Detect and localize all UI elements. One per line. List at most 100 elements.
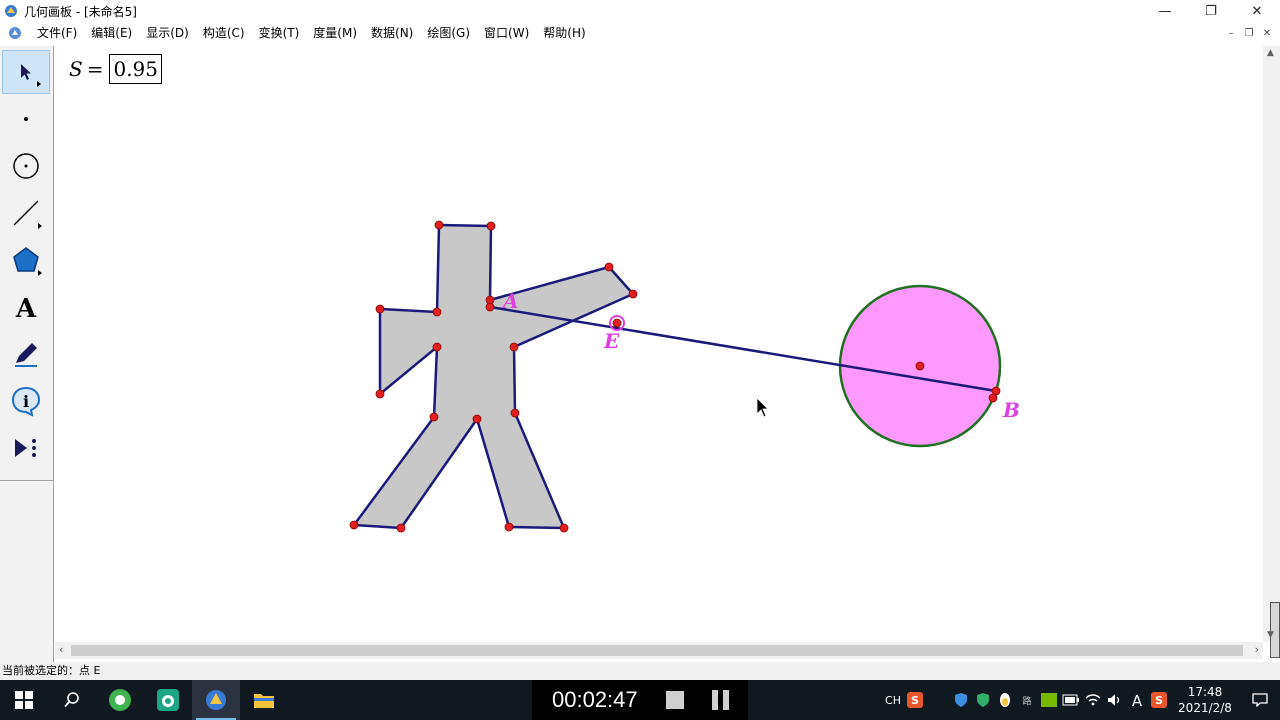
doc-close-button[interactable]: ✕ — [1258, 28, 1276, 39]
taskbar-app-recorder[interactable] — [144, 680, 192, 720]
qq-penguin-icon[interactable] — [994, 680, 1016, 720]
menu-help[interactable]: 帮助(H) — [536, 23, 592, 43]
pause-recording-button[interactable] — [712, 690, 729, 710]
battery-icon[interactable] — [1060, 680, 1082, 720]
point-a[interactable] — [485, 302, 495, 312]
label-a[interactable]: A — [503, 289, 519, 313]
circle-radius-point[interactable] — [988, 393, 998, 403]
menu-data[interactable]: 数据(N) — [364, 23, 420, 43]
vertex-point[interactable] — [375, 389, 385, 399]
menu-window[interactable]: 窗口(W) — [477, 23, 536, 43]
search-icon — [64, 692, 79, 708]
menu-graph[interactable]: 绘图(G) — [420, 23, 477, 43]
vertex-point[interactable] — [472, 414, 482, 424]
svg-text:S: S — [911, 694, 919, 707]
search-button[interactable] — [48, 680, 96, 720]
tray-spacer — [926, 680, 950, 720]
doc-restore-button[interactable]: ❐ — [1240, 28, 1258, 39]
vertex-point[interactable] — [509, 342, 519, 352]
sogou-tray-icon[interactable]: S — [1148, 680, 1170, 720]
vertex-point[interactable] — [559, 523, 569, 533]
document-icon[interactable] — [8, 26, 22, 40]
menu-file[interactable]: 文件(F) — [30, 23, 84, 43]
text-tool[interactable]: A — [2, 285, 50, 329]
input-language[interactable]: CH — [882, 680, 904, 720]
toolbox: A i — [0, 46, 54, 662]
status-bar: 当前被选定的：点 E — [0, 662, 1280, 680]
custom-tool[interactable] — [2, 426, 50, 470]
scroll-thumb[interactable] — [71, 645, 1243, 656]
vertex-point[interactable] — [429, 412, 439, 422]
vertex-point[interactable] — [604, 262, 614, 272]
sketchpad-app-icon — [206, 690, 226, 710]
arrow-tool[interactable] — [2, 50, 50, 94]
maximize-button[interactable]: ❐ — [1188, 0, 1234, 22]
svg-text:i: i — [23, 392, 29, 411]
sketch-canvas[interactable]: S = 0.95 A E B — [55, 46, 1263, 642]
start-button[interactable] — [0, 680, 48, 720]
tray-app-icon[interactable]: 路 — [1016, 680, 1038, 720]
wifi-icon[interactable] — [1082, 680, 1104, 720]
notification-center-icon[interactable] — [1240, 680, 1280, 720]
vertical-scrollbar[interactable]: ▲ ▼ — [1263, 46, 1280, 658]
scroll-up-icon[interactable]: ▲ — [1267, 48, 1274, 58]
screen-recorder-widget: 00:02:47 — [532, 680, 748, 720]
scroll-down-icon[interactable]: ▼ — [1267, 630, 1274, 640]
vertex-point[interactable] — [504, 522, 514, 532]
taskbar-app-explorer[interactable] — [240, 680, 288, 720]
label-b[interactable]: B — [1003, 398, 1020, 422]
ime-mode-icon[interactable]: A — [1126, 680, 1148, 720]
menu-edit[interactable]: 编辑(E) — [84, 23, 139, 43]
taskbar-app-sketchpad[interactable] — [192, 680, 240, 720]
defender-shield-icon[interactable] — [972, 680, 994, 720]
menu-bar: 文件(F) 编辑(E) 显示(D) 构造(C) 变换(T) 度量(M) 数据(N… — [0, 22, 1280, 44]
vertex-point[interactable] — [434, 220, 444, 230]
vertex-point[interactable] — [375, 304, 385, 314]
straightedge-tool[interactable] — [2, 191, 50, 235]
clock-time: 17:48 — [1187, 685, 1223, 699]
nvidia-icon[interactable] — [1038, 680, 1060, 720]
information-tool[interactable]: i — [2, 379, 50, 423]
circle-center-point[interactable] — [915, 361, 925, 371]
svg-text:A: A — [1132, 692, 1143, 708]
compass-tool[interactable] — [2, 144, 50, 188]
scroll-left-icon[interactable]: ‹ — [59, 643, 63, 656]
vertex-point[interactable] — [486, 221, 496, 231]
camera-app-icon — [157, 689, 179, 711]
vertex-point[interactable] — [432, 342, 442, 352]
play-dots-icon — [15, 439, 36, 457]
stop-recording-button[interactable] — [666, 691, 684, 709]
polygon-tool[interactable] — [2, 238, 50, 282]
close-button[interactable]: ✕ — [1234, 0, 1280, 22]
point-icon — [24, 117, 28, 121]
doc-minimize-button[interactable]: – — [1222, 28, 1240, 39]
taskbar-clock[interactable]: 17:48 2021/2/8 — [1170, 684, 1240, 716]
vertex-point[interactable] — [628, 289, 638, 299]
menu-display[interactable]: 显示(D) — [139, 23, 196, 43]
vertex-point[interactable] — [396, 523, 406, 533]
point-e[interactable] — [612, 318, 622, 328]
svg-text:S: S — [1155, 694, 1163, 707]
minimize-button[interactable]: — — [1142, 0, 1188, 22]
volume-icon[interactable] — [1104, 680, 1126, 720]
menu-construct[interactable]: 构造(C) — [196, 23, 252, 43]
marker-tool[interactable] — [2, 332, 50, 376]
vertex-point[interactable] — [349, 520, 359, 530]
title-bar: 几何画板 - [未命名5] — ❐ ✕ — [0, 0, 1280, 22]
vertex-point[interactable] — [510, 408, 520, 418]
menu-transform[interactable]: 变换(T) — [252, 23, 307, 43]
point-tool[interactable] — [2, 97, 50, 141]
label-e[interactable]: E — [604, 329, 619, 353]
horizontal-scrollbar[interactable]: ‹ › — [55, 642, 1263, 659]
sogou-ime-icon[interactable]: S — [904, 680, 926, 720]
app-logo-icon — [5, 5, 17, 17]
geometer-sketchpad-window: 几何画板 - [未命名5] — ❐ ✕ 文件(F) 编辑(E) 显示(D) 构造… — [0, 0, 1280, 720]
scroll-right-icon[interactable]: › — [1255, 643, 1259, 656]
text-a-icon: A — [15, 294, 37, 322]
taskbar-app-browser[interactable] — [96, 680, 144, 720]
menu-measure[interactable]: 度量(M) — [306, 23, 364, 43]
figure-polygon[interactable] — [352, 223, 635, 530]
geometry-drawing — [349, 220, 1002, 533]
vertex-point[interactable] — [432, 307, 442, 317]
security-shield-icon[interactable] — [950, 680, 972, 720]
